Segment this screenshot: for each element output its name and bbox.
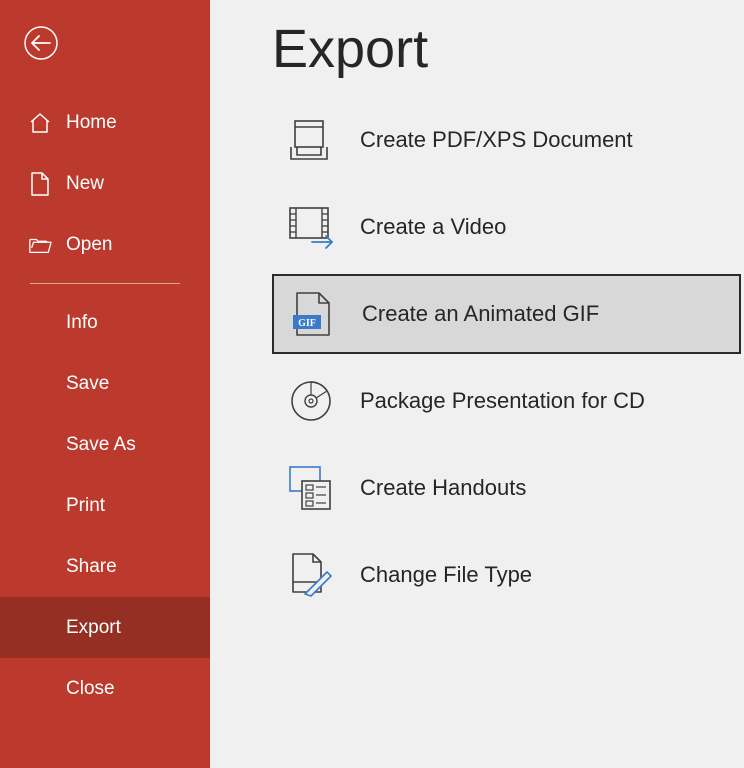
sidebar-item-close[interactable]: Close: [0, 658, 210, 719]
sidebar-item-share[interactable]: Share: [0, 536, 210, 597]
option-change-file-type[interactable]: Change File Type: [272, 535, 741, 615]
sidebar-item-label: Save As: [66, 434, 136, 456]
pdf-xps-icon: [288, 117, 334, 163]
sidebar-item-label: Print: [66, 495, 105, 517]
sidebar-item-label: Home: [66, 112, 117, 134]
sidebar-item-label: Export: [66, 617, 121, 639]
option-label: Package Presentation for CD: [360, 388, 645, 414]
svg-text:GIF: GIF: [298, 318, 316, 329]
sidebar-item-save-as[interactable]: Save As: [0, 414, 210, 475]
option-package-for-cd[interactable]: Package Presentation for CD: [272, 361, 741, 441]
option-create-pdf-xps[interactable]: Create PDF/XPS Document: [272, 100, 741, 180]
sidebar-item-home[interactable]: Home: [0, 92, 210, 153]
option-label: Create Handouts: [360, 475, 526, 501]
sidebar-item-print[interactable]: Print: [0, 475, 210, 536]
sidebar-item-label: Share: [66, 556, 117, 578]
sidebar-item-export[interactable]: Export: [0, 597, 210, 658]
back-button[interactable]: [24, 26, 58, 60]
export-options-list: Create PDF/XPS Document: [210, 100, 744, 615]
back-arrow-icon: [24, 26, 58, 60]
option-label: Create an Animated GIF: [362, 301, 599, 327]
main-panel: Export Create PDF/XPS Document: [210, 0, 744, 768]
page-title: Export: [210, 18, 744, 80]
sidebar-item-label: Save: [66, 373, 109, 395]
home-icon: [28, 111, 52, 135]
option-create-video[interactable]: Create a Video: [272, 187, 741, 267]
video-icon: [288, 204, 334, 250]
option-label: Change File Type: [360, 562, 532, 588]
option-label: Create PDF/XPS Document: [360, 127, 633, 153]
sidebar-item-new[interactable]: New: [0, 153, 210, 214]
sidebar-item-label: Close: [66, 678, 115, 700]
sidebar-item-save[interactable]: Save: [0, 353, 210, 414]
sidebar-divider: [30, 283, 180, 284]
gif-file-icon: GIF: [290, 291, 336, 337]
new-file-icon: [28, 172, 52, 196]
sidebar-item-info[interactable]: Info: [0, 292, 210, 353]
sidebar-item-label: Open: [66, 234, 112, 256]
option-create-animated-gif[interactable]: GIF Create an Animated GIF: [272, 274, 741, 354]
cd-icon: [288, 378, 334, 424]
option-create-handouts[interactable]: Create Handouts: [272, 448, 741, 528]
backstage-sidebar: Home New Open Info Save Save As Print Sh…: [0, 0, 210, 768]
sidebar-item-label: Info: [66, 312, 98, 334]
sidebar-item-label: New: [66, 173, 104, 195]
option-label: Create a Video: [360, 214, 506, 240]
open-folder-icon: [28, 233, 52, 257]
sidebar-item-open[interactable]: Open: [0, 214, 210, 275]
handouts-icon: [288, 465, 334, 511]
change-file-type-icon: [288, 552, 334, 598]
